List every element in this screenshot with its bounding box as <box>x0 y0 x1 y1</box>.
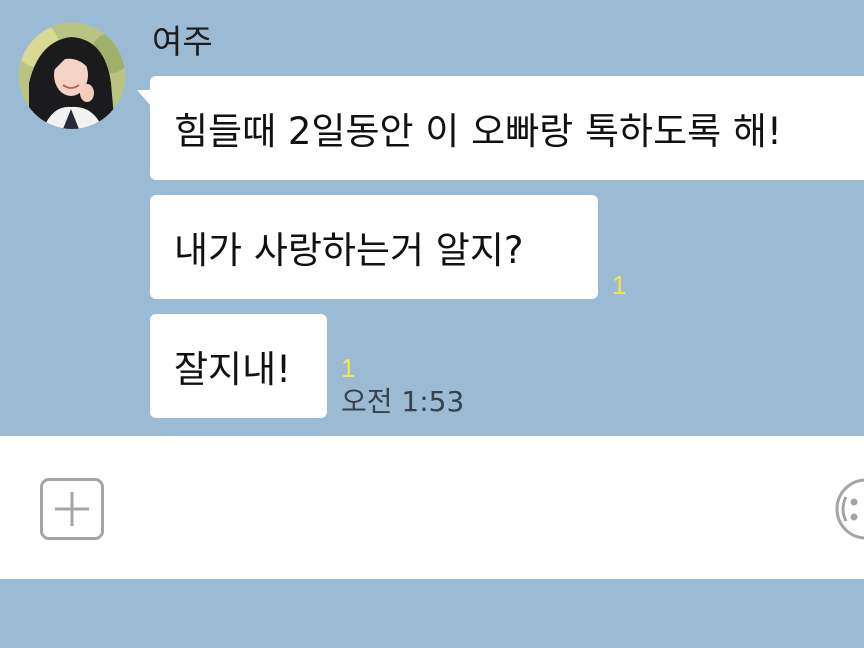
chat-area: 여주 힘들때 2일동안 이 오빠랑 톡하도록 해! 내가 사랑하는거 알지? 1… <box>0 0 864 436</box>
keyboard-area <box>0 579 864 648</box>
emoji-button[interactable] <box>834 477 864 541</box>
message-timestamp: 오전 1:53 <box>341 385 465 418</box>
unread-count: 1 <box>612 270 627 300</box>
emoji-icon <box>835 478 864 540</box>
message-bubble[interactable]: 힘들때 2일동안 이 오빠랑 톡하도록 해! <box>137 76 864 180</box>
plus-icon <box>55 492 89 526</box>
attach-button[interactable] <box>40 478 104 540</box>
sender-name: 여주 <box>152 22 213 61</box>
bubble-tail <box>137 90 151 106</box>
input-bar <box>0 436 864 579</box>
unread-count: 1 <box>341 353 356 383</box>
message-text: 힘들때 2일동안 이 오빠랑 톡하도록 해! <box>174 110 782 153</box>
message-bubble[interactable]: 잘지내! <box>150 314 327 418</box>
message-bubble[interactable]: 내가 사랑하는거 알지? <box>150 195 598 299</box>
message-text: 잘지내! <box>174 348 291 391</box>
avatar[interactable] <box>19 23 125 129</box>
message-text: 내가 사랑하는거 알지? <box>174 229 524 272</box>
avatar-image <box>19 23 125 129</box>
